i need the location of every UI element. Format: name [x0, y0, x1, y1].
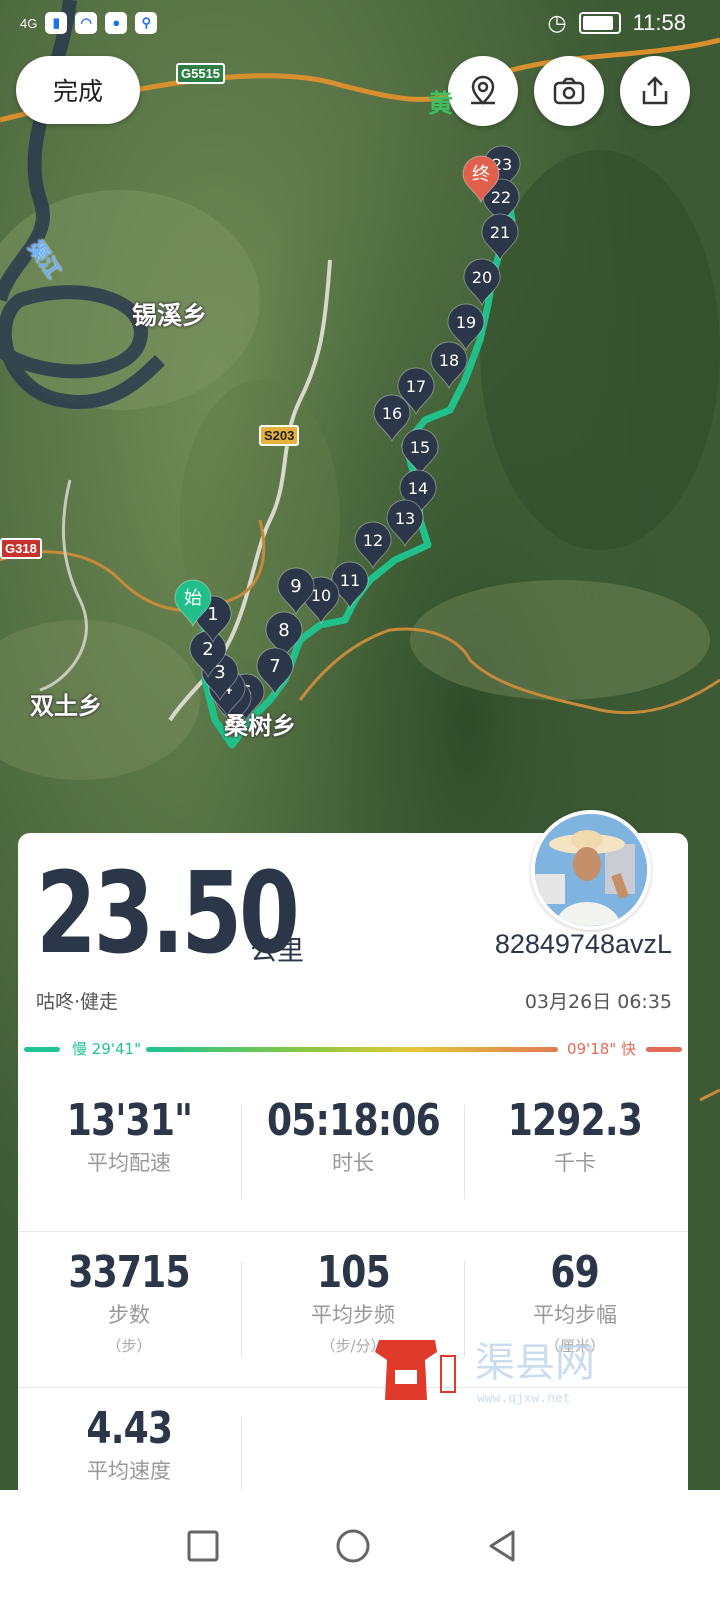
divider [241, 1261, 242, 1357]
stat-label: 平均步频 [311, 1303, 395, 1328]
road-tag: G5515 [176, 63, 226, 84]
marker-label: 9 [290, 576, 301, 597]
place-label: 黄 [428, 89, 454, 118]
stat-label: 时长 [332, 1151, 374, 1176]
stat-label: 平均配速 [87, 1151, 171, 1176]
stat-value: 69 [550, 1247, 600, 1298]
pace-fast-cap [646, 1047, 682, 1052]
marker-label: 始 [184, 588, 202, 609]
place-label: 锡溪乡 [132, 301, 208, 330]
divider [241, 1105, 242, 1199]
search-app-icon: ⚲ [135, 12, 158, 34]
stat-value: 33715 [68, 1247, 190, 1298]
distance-unit: 公里 [250, 936, 304, 967]
marker-label: 19 [456, 313, 476, 332]
activity-type: 咕咚·健走 [36, 991, 119, 1013]
stat-label: 千卡 [554, 1151, 596, 1176]
marker-label: 18 [439, 351, 459, 370]
stat-label: 平均速度 [87, 1459, 171, 1484]
divider [241, 1417, 242, 1493]
marker-label: 2 [202, 639, 213, 660]
username: 82849748avzL [494, 929, 672, 959]
system-nav-bar [0, 1490, 720, 1600]
status-right: ◷ 11:58 [547, 10, 686, 36]
back-triangle-icon [489, 1530, 515, 1562]
marker-label: 11 [340, 571, 360, 590]
pace-gradient [146, 1047, 558, 1052]
activity-datetime: 03月26日 06:35 [524, 991, 672, 1013]
stat-calories: 1292.3 千卡 [464, 1095, 686, 1177]
stat-avg-pace: 13'31" 平均配速 [18, 1095, 240, 1177]
marker-label: 7 [269, 656, 280, 677]
stat-label: 步数 [108, 1303, 150, 1328]
marker-label: 12 [363, 531, 383, 550]
circle-icon [336, 1529, 370, 1563]
stat-cadence: 105 平均步频 （步/分） [242, 1247, 464, 1356]
battery-icon [578, 12, 621, 34]
clock: 11:58 [632, 10, 686, 35]
marker-label: 终 [472, 164, 490, 185]
pace-slow-label: 慢 29'41" [68, 1038, 145, 1059]
stat-unit: （厘米） [544, 1337, 605, 1356]
marker-label: 16 [382, 404, 402, 423]
divider [464, 1105, 465, 1199]
marker-label: 22 [491, 188, 511, 207]
marker-label: 17 [406, 377, 426, 396]
place-label: 桑树乡 [224, 712, 296, 740]
road-tag: G318 [0, 538, 42, 559]
pace-slow-cap [24, 1047, 60, 1052]
summary-card: 23.50 公里 82849748avzL 咕咚·健走 03月26日 06:35… [18, 833, 688, 1493]
signal-icon: ▮ [45, 12, 68, 34]
stat-value: 05:18:06 [266, 1095, 441, 1146]
divider [18, 1387, 688, 1388]
stat-value: 4.43 [86, 1403, 173, 1454]
back-button[interactable] [483, 1526, 523, 1566]
marker-label: 13 [395, 509, 415, 528]
marker-label: 1 [207, 604, 218, 625]
road-tag: S203 [259, 425, 300, 446]
camera-icon [553, 77, 585, 105]
stat-avg-speed: 4.43 平均速度 [18, 1403, 240, 1485]
network-label: 4G [20, 15, 38, 31]
avatar-image [535, 814, 647, 926]
place-label: 双土乡 [30, 692, 102, 720]
stat-steps: 33715 步数 （步） [18, 1247, 240, 1356]
stat-value: 13'31" [66, 1095, 192, 1146]
status-bar: 4G ▮ ◠ ● ⚲ ◷ 11:58 [0, 0, 720, 48]
camera-button[interactable] [534, 56, 604, 126]
marker-label: 21 [490, 223, 510, 242]
map-style-button[interactable] [448, 56, 518, 126]
pace-legend: 慢 29'41" 09'18" 快 [18, 1038, 688, 1059]
recents-button[interactable] [183, 1526, 223, 1566]
marker-label: 8 [278, 620, 289, 641]
stat-unit: （步） [106, 1337, 152, 1356]
wifi-icon: ◠ [75, 12, 98, 34]
app-notification-icon: ● [105, 12, 128, 34]
avatar[interactable] [531, 810, 651, 930]
stat-unit: （步/分） [320, 1337, 386, 1356]
marker-label: 20 [472, 268, 492, 287]
pace-fast-label: 09'18" 快 [563, 1038, 640, 1059]
stat-value: 1292.3 [507, 1095, 643, 1146]
stat-duration: 05:18:06 时长 [242, 1095, 464, 1177]
status-left: 4G ▮ ◠ ● ⚲ [20, 12, 158, 34]
marker-label: 15 [410, 438, 430, 457]
square-icon [187, 1530, 219, 1562]
share-button[interactable] [620, 56, 690, 126]
divider [18, 1231, 688, 1232]
stat-label: 平均步幅 [533, 1303, 617, 1328]
done-button[interactable]: 完成 [16, 56, 140, 124]
divider [464, 1261, 465, 1357]
alarm-icon: ◷ [547, 10, 567, 35]
stat-value: 105 [316, 1247, 391, 1298]
share-icon [642, 76, 668, 105]
location-pin-icon [471, 75, 495, 105]
home-button[interactable] [333, 1526, 373, 1566]
marker-label: 14 [408, 479, 428, 498]
stat-stride: 69 平均步幅 （厘米） [464, 1247, 686, 1356]
